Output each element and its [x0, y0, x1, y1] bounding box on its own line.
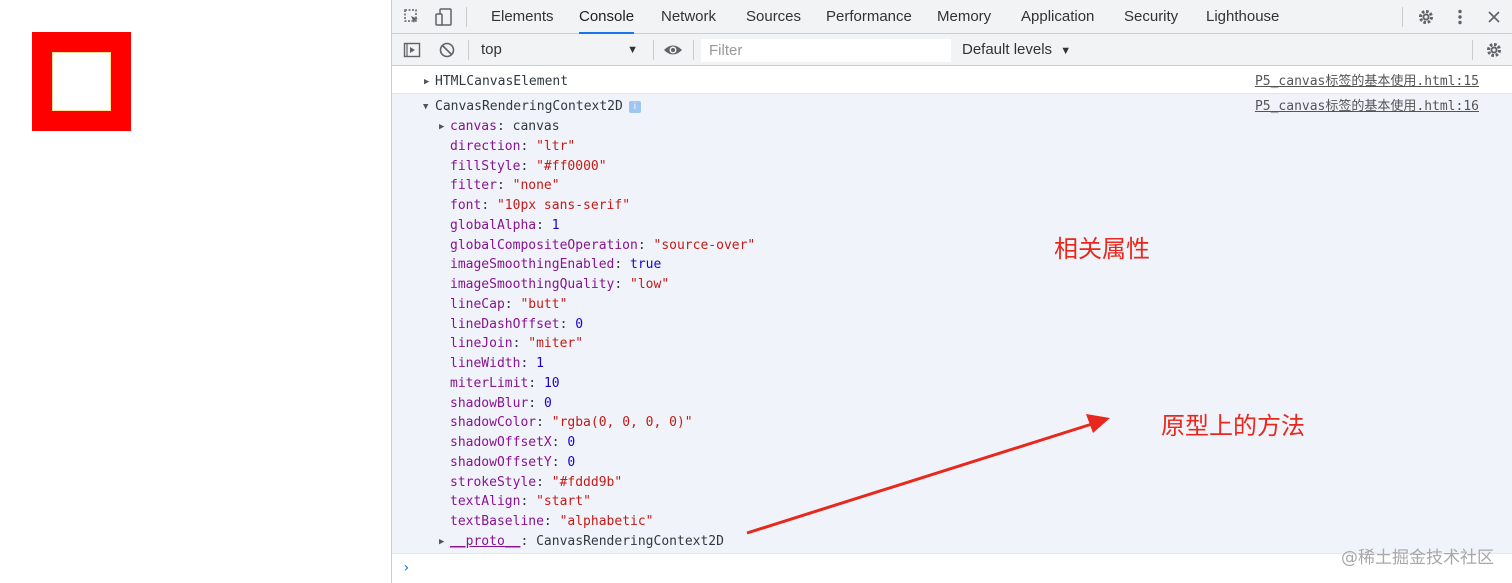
watermark: @稀土掘金技术社区: [1341, 548, 1494, 568]
annotation-arrow: [746, 414, 1110, 535]
